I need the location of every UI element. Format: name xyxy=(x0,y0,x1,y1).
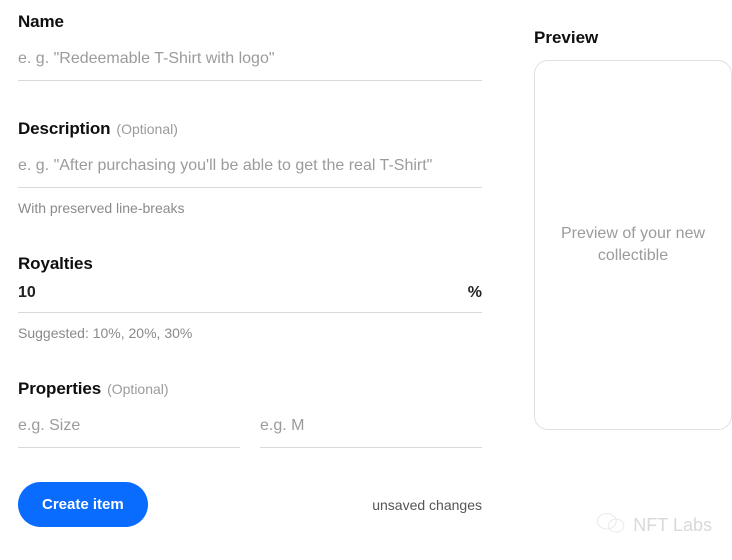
preview-message: Preview of your new collectible xyxy=(555,223,711,268)
description-section: Description (Optional) With preserved li… xyxy=(18,119,482,216)
description-optional: (Optional) xyxy=(116,121,177,137)
unsaved-changes-text: unsaved changes xyxy=(372,497,482,513)
create-item-button[interactable]: Create item xyxy=(18,482,148,527)
royalties-input[interactable] xyxy=(18,284,468,302)
properties-label: Properties xyxy=(18,379,101,399)
property-value-input[interactable] xyxy=(260,409,482,448)
description-label: Description xyxy=(18,119,110,139)
form-column: Name Description (Optional) With preserv… xyxy=(18,12,488,560)
description-input[interactable] xyxy=(18,149,482,188)
name-label: Name xyxy=(18,12,64,32)
preview-heading: Preview xyxy=(534,28,732,48)
percent-symbol: % xyxy=(468,284,482,302)
description-hint: With preserved line-breaks xyxy=(18,200,482,216)
watermark-text: NFT Labs xyxy=(633,515,712,536)
property-key-input[interactable] xyxy=(18,409,240,448)
royalties-hint: Suggested: 10%, 20%, 30% xyxy=(18,325,482,341)
wechat-icon xyxy=(595,511,627,540)
preview-column: Preview Preview of your new collectible xyxy=(488,12,732,560)
name-input[interactable] xyxy=(18,42,482,81)
properties-section: Properties (Optional) xyxy=(18,379,482,448)
royalties-label: Royalties xyxy=(18,254,93,274)
preview-box: Preview of your new collectible xyxy=(534,60,732,430)
name-section: Name xyxy=(18,12,482,81)
properties-optional: (Optional) xyxy=(107,381,168,397)
royalties-section: Royalties % Suggested: 10%, 20%, 30% xyxy=(18,254,482,341)
watermark: NFT Labs xyxy=(595,511,712,540)
bottom-row: Create item unsaved changes xyxy=(18,482,482,527)
